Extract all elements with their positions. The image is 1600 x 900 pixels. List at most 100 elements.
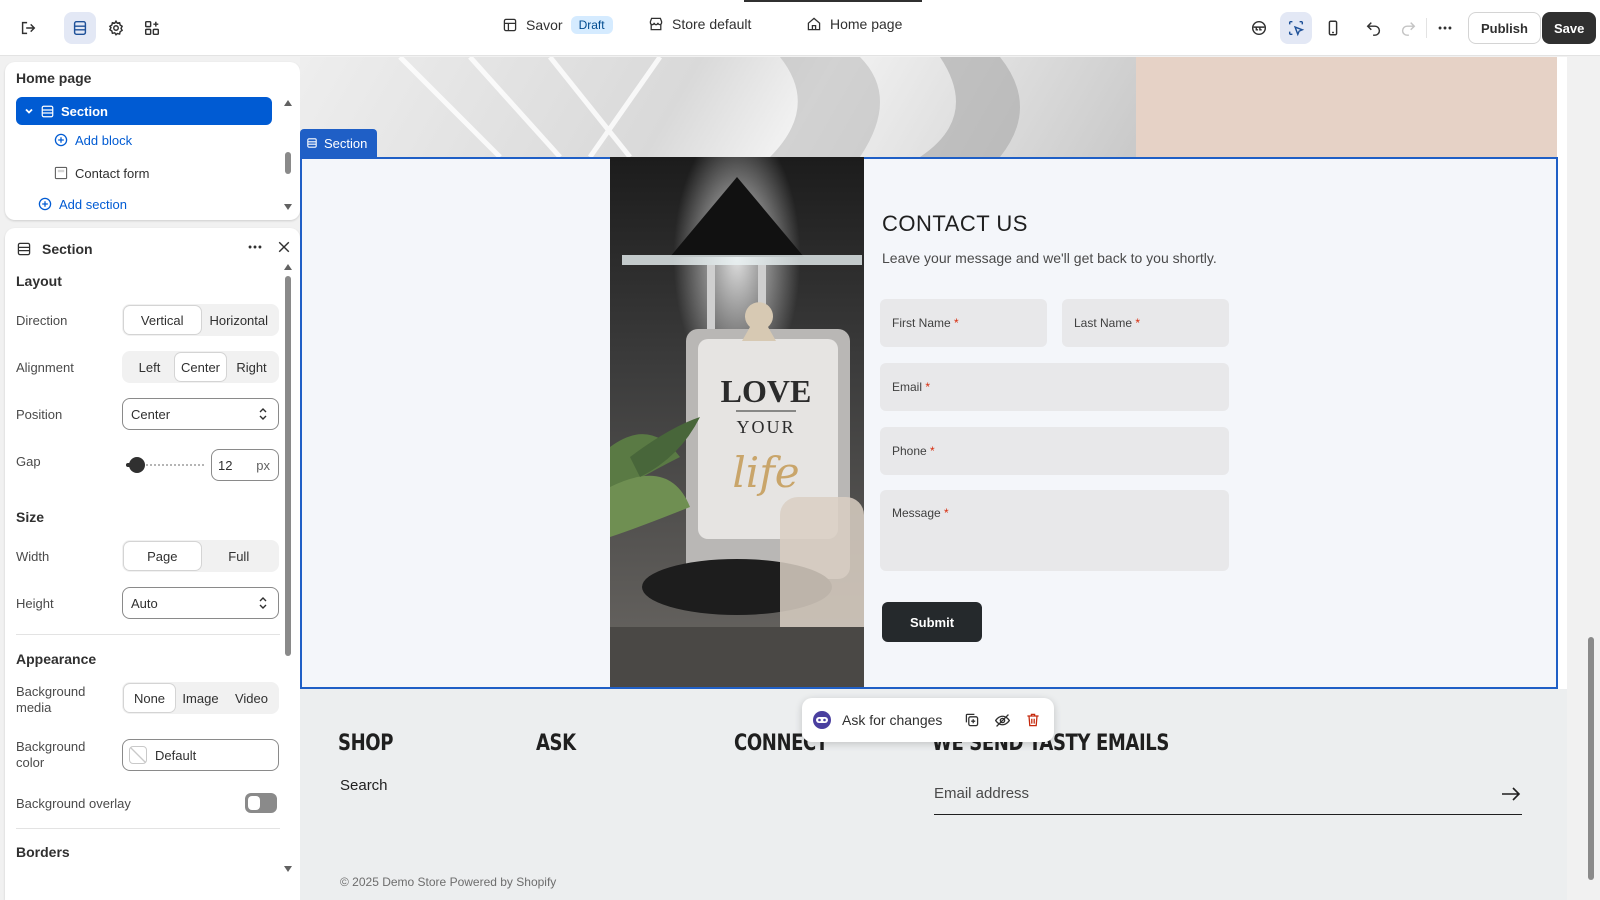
photo-text-your: YOUR	[736, 417, 795, 437]
canvas-scrollbar[interactable]	[1588, 637, 1594, 880]
tree-scrollbar[interactable]	[285, 152, 291, 174]
height-select[interactable]: Auto	[122, 587, 279, 619]
position-label: Position	[16, 407, 63, 422]
tree-title: Home page	[16, 70, 92, 86]
bg-overlay-toggle[interactable]	[245, 793, 277, 813]
theme-icon	[503, 18, 517, 32]
inspector-title: Section	[42, 241, 93, 257]
add-section-label: Add section	[59, 196, 127, 212]
scroll-up-icon[interactable]	[284, 100, 292, 106]
inspector-actions	[246, 238, 292, 256]
redo-icon[interactable]	[1392, 12, 1424, 44]
page-selector[interactable]: Home page	[806, 16, 902, 32]
exit-icon[interactable]	[12, 12, 44, 44]
hero-texture	[398, 57, 1020, 157]
direction-vertical-option[interactable]: Vertical	[124, 306, 201, 334]
add-circle-icon	[54, 133, 68, 147]
appearance-heading: Appearance	[16, 651, 97, 667]
toolbar-divider	[1426, 18, 1427, 38]
contact-subtitle: Leave your message and we'll get back to…	[882, 250, 1217, 266]
email-field[interactable]: Email *	[880, 363, 1229, 411]
required-marker: *	[925, 380, 931, 394]
hide-icon[interactable]	[994, 712, 1011, 729]
section-icon	[41, 105, 54, 117]
page-name: Home page	[830, 16, 903, 32]
alignment-right-option[interactable]: Right	[226, 353, 277, 381]
mobile-view-icon[interactable]	[1317, 12, 1349, 44]
alignment-segmented: Left Center Right	[122, 351, 279, 383]
contact-image: LOVE YOUR life	[610, 157, 864, 687]
inspector-scrollbar[interactable]	[285, 276, 291, 656]
tree-item-section[interactable]: Section	[16, 97, 272, 125]
submit-button[interactable]: Submit	[882, 602, 982, 642]
add-section-button[interactable]: Add section	[37, 190, 127, 218]
preview-canvas: Section LOVE YOUR life CONTACT US Leave …	[300, 57, 1567, 900]
preview-inspector-icon[interactable]	[1243, 12, 1275, 44]
bg-color-picker[interactable]: Default	[122, 739, 279, 771]
chevron-down-icon[interactable]	[24, 106, 34, 116]
message-field[interactable]: Message *	[880, 490, 1229, 571]
contact-title: CONTACT US	[882, 211, 1028, 236]
ask-for-changes-label[interactable]: Ask for changes	[842, 712, 942, 728]
save-button[interactable]: Save	[1542, 12, 1597, 44]
store-name: Store default	[672, 16, 752, 32]
bg-media-image-option[interactable]: Image	[175, 684, 226, 712]
position-value: Center	[131, 406, 171, 422]
gap-unit: px	[256, 457, 270, 473]
required-marker: *	[930, 444, 935, 458]
delete-icon[interactable]	[1025, 712, 1041, 728]
newsletter-email-input[interactable]: Email address	[934, 785, 1522, 815]
settings-icon[interactable]	[100, 12, 132, 44]
more-actions-icon[interactable]	[246, 238, 264, 256]
photo-text-life: life	[732, 448, 799, 497]
arrow-right-icon[interactable]	[1500, 785, 1522, 803]
direction-segmented: Vertical Horizontal	[122, 304, 279, 336]
divider	[16, 828, 280, 829]
theme-selector[interactable]: Savor Draft	[502, 16, 613, 34]
close-icon[interactable]	[276, 239, 292, 255]
top-bar: Savor Draft Store default Home page Publ…	[0, 0, 1600, 56]
email-placeholder: Email	[892, 380, 923, 394]
footer-link-search[interactable]: Search	[340, 777, 388, 794]
store-icon	[649, 17, 663, 31]
alignment-left-option[interactable]: Left	[124, 353, 175, 381]
duplicate-icon[interactable]	[964, 712, 980, 728]
select-element-icon[interactable]	[1280, 12, 1312, 44]
width-full-option[interactable]: Full	[201, 542, 278, 570]
more-actions-icon[interactable]	[1429, 12, 1461, 44]
scroll-up-icon[interactable]	[284, 264, 292, 270]
scroll-down-icon[interactable]	[284, 204, 292, 210]
width-page-option[interactable]: Page	[124, 542, 201, 570]
first-name-field[interactable]: First Name *	[880, 299, 1047, 347]
photo-text-love: LOVE	[721, 373, 812, 409]
publish-button[interactable]: Publish	[1468, 12, 1541, 44]
status-badge: Draft	[570, 16, 613, 34]
required-marker: *	[1135, 316, 1141, 330]
lamp-photo: LOVE YOUR life	[610, 157, 864, 687]
position-select[interactable]: Center	[122, 398, 279, 430]
gap-label: Gap	[16, 454, 41, 469]
undo-icon[interactable]	[1358, 12, 1390, 44]
first-name-placeholder: First Name	[892, 316, 951, 330]
bg-media-none-option[interactable]: None	[124, 684, 175, 712]
tree-item-contact-form[interactable]: Contact form	[53, 159, 149, 187]
section-label-tag[interactable]: Section	[300, 129, 378, 157]
direction-horizontal-option[interactable]: Horizontal	[201, 306, 278, 334]
sections-icon[interactable]	[64, 12, 96, 44]
home-icon	[807, 17, 821, 31]
alignment-center-option[interactable]: Center	[175, 353, 226, 381]
phone-field[interactable]: Phone *	[880, 427, 1229, 475]
form-block-icon	[54, 166, 68, 180]
store-selector[interactable]: Store default	[648, 16, 751, 32]
gap-slider-handle[interactable]	[129, 457, 145, 473]
footer-copyright: © 2025 Demo Store Powered by Shopify	[340, 875, 557, 889]
scroll-down-icon[interactable]	[284, 866, 292, 872]
required-marker: *	[954, 316, 959, 330]
add-block-button[interactable]: Add block	[53, 126, 132, 154]
bg-media-video-option[interactable]: Video	[226, 684, 277, 712]
apps-icon[interactable]	[136, 12, 168, 44]
last-name-field[interactable]: Last Name *	[1062, 299, 1229, 347]
direction-label: Direction	[16, 313, 68, 328]
sidekick-icon	[813, 711, 831, 729]
gap-input[interactable]: 12 px	[211, 449, 279, 481]
